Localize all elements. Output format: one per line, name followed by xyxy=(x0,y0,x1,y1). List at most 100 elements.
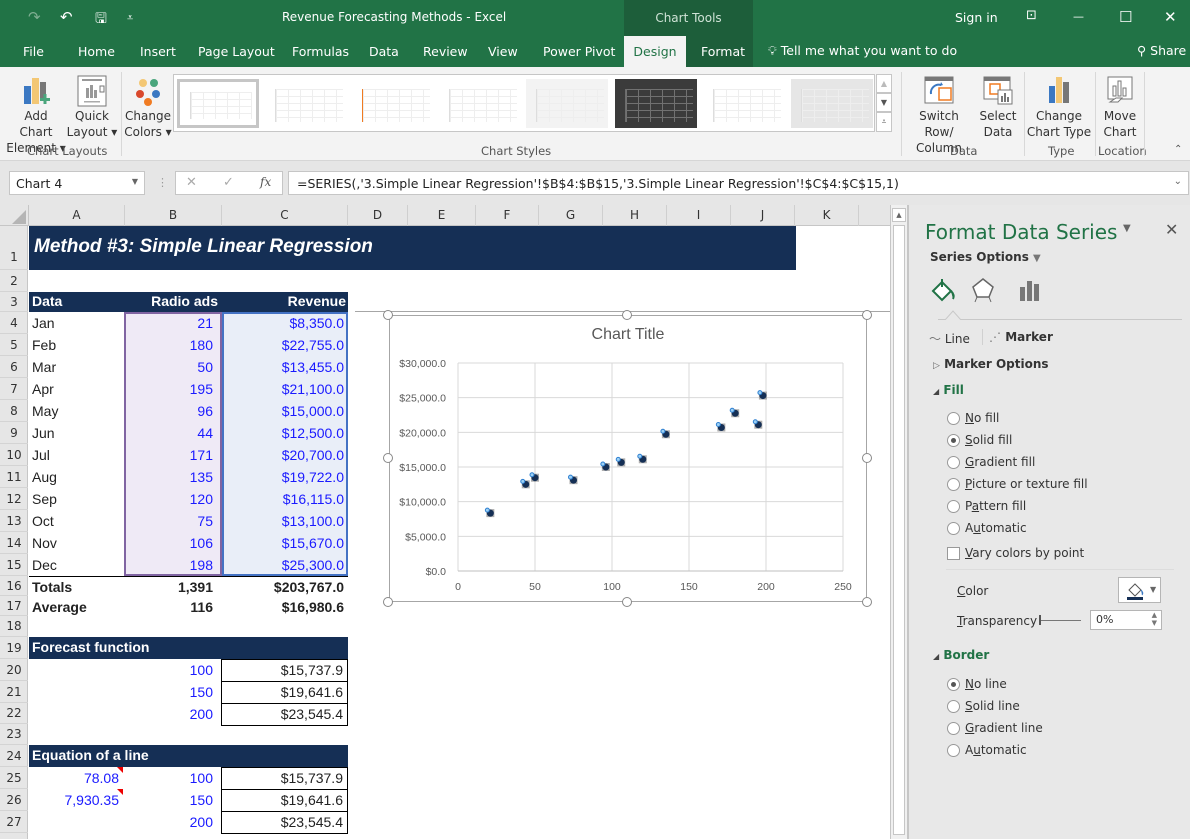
row-header[interactable]: 27 xyxy=(0,811,28,833)
resize-handle-e[interactable] xyxy=(862,453,872,463)
fill-line-icon[interactable] xyxy=(929,277,957,303)
scroll-up-arrow[interactable]: ▲ xyxy=(892,208,906,222)
revenue-cell[interactable]: $22,755.0 xyxy=(222,334,344,356)
radio-no-line[interactable] xyxy=(947,678,960,691)
chart-style-7[interactable] xyxy=(703,79,785,128)
month-cell[interactable]: Aug xyxy=(32,466,57,488)
vertical-scrollbar[interactable]: ▲ xyxy=(890,205,908,839)
row-header[interactable]: 21 xyxy=(0,681,28,703)
month-cell[interactable]: Jun xyxy=(32,422,55,444)
revenue-cell[interactable]: $15,000.0 xyxy=(222,400,344,422)
column-header-a[interactable]: A xyxy=(29,205,125,226)
switch-row-column-button[interactable]: Switch Row/ Column xyxy=(905,72,973,155)
tab-design[interactable]: Design xyxy=(624,36,686,67)
resize-handle-ne[interactable] xyxy=(862,310,872,320)
forecast-result-cell[interactable]: $23,545.4 xyxy=(221,703,348,726)
equation-x-cell[interactable]: 100 xyxy=(125,767,213,789)
comment-indicator[interactable] xyxy=(117,789,123,795)
row-header[interactable]: 24 xyxy=(0,745,28,767)
effects-pentagon-icon[interactable] xyxy=(971,277,995,303)
transparency-input[interactable]: 0% ▲ ▼ xyxy=(1090,610,1162,630)
revenue-cell[interactable]: $13,100.0 xyxy=(222,510,344,532)
equation-result-cell[interactable]: $19,641.6 xyxy=(221,789,348,812)
quick-layout-button[interactable]: Quick Layout ▾ xyxy=(66,72,118,142)
column-header-d[interactable]: D xyxy=(348,205,408,226)
chart-style-6[interactable] xyxy=(615,79,697,128)
month-cell[interactable]: Jan xyxy=(32,312,55,334)
resize-handle-nw[interactable] xyxy=(383,310,393,320)
insert-function-icon[interactable]: fx xyxy=(260,175,271,189)
ribbon-display-icon[interactable]: ⊡ xyxy=(1026,8,1037,23)
revenue-cell[interactable]: $8,350.0 xyxy=(222,312,345,334)
change-colors-button[interactable]: Change Colors ▾ xyxy=(124,72,172,142)
row-header[interactable]: 4 xyxy=(0,312,28,334)
enter-icon[interactable]: ✓ xyxy=(223,175,234,190)
row-header[interactable]: 5 xyxy=(0,334,28,356)
gallery-scroll-up[interactable]: ▲ xyxy=(876,74,892,93)
resize-handle-s[interactable] xyxy=(622,597,632,607)
row-header[interactable]: 19 xyxy=(0,637,28,659)
row-header[interactable]: 26 xyxy=(0,789,28,811)
radio-ads-cell[interactable]: 96 xyxy=(125,400,213,422)
customize-quick-access-icon[interactable]: ⩡ xyxy=(127,11,133,25)
month-cell[interactable]: Jul xyxy=(32,444,50,466)
month-cell[interactable]: Nov xyxy=(32,532,57,554)
border-section[interactable]: ◢ Border xyxy=(933,648,989,662)
month-cell[interactable]: Mar xyxy=(32,356,56,378)
radio-ads-cell[interactable]: 75 xyxy=(125,510,213,532)
row-header[interactable]: 3 xyxy=(0,292,28,312)
resize-handle-n[interactable] xyxy=(622,310,632,320)
month-cell[interactable]: Oct xyxy=(32,510,54,532)
tell-me-search[interactable]: 💡︎ Tell me what you want to do xyxy=(768,43,957,59)
select-data-button[interactable]: Select Data xyxy=(976,72,1020,142)
radio-gradient-line[interactable] xyxy=(947,722,960,735)
forecast-result-cell[interactable]: $15,737.9 xyxy=(221,659,348,682)
intercept-value[interactable]: 7,930.35 xyxy=(29,789,120,811)
radio-ads-cell[interactable]: 120 xyxy=(125,488,213,510)
column-header-i[interactable]: I xyxy=(667,205,731,226)
radio-gradient-fill[interactable] xyxy=(947,456,960,469)
collapse-ribbon-icon[interactable]: ⌃ xyxy=(1174,144,1182,155)
chart-style-4[interactable] xyxy=(439,79,521,128)
revenue-cell[interactable]: $21,100.0 xyxy=(222,378,344,400)
revenue-cell[interactable]: $16,115.0 xyxy=(222,488,344,510)
expand-formula-icon[interactable]: ⌄ xyxy=(1174,176,1182,187)
tab-format[interactable]: Format xyxy=(686,36,753,67)
drag-handle-icon[interactable]: ⋮ xyxy=(157,176,168,189)
tab-review[interactable]: Review xyxy=(423,44,468,59)
row-header[interactable]: 18 xyxy=(0,616,28,637)
close-icon[interactable]: ✕ xyxy=(1164,8,1177,26)
pane-options-chevron-icon[interactable]: ▼ xyxy=(1123,223,1131,234)
tab-file[interactable]: File xyxy=(23,44,44,59)
transparency-slider-track[interactable] xyxy=(1039,620,1081,621)
month-cell[interactable]: Apr xyxy=(32,378,54,400)
forecast-result-cell[interactable]: $19,641.6 xyxy=(221,681,348,704)
equation-x-cell[interactable]: 200 xyxy=(125,811,213,833)
chart-style-3[interactable] xyxy=(352,79,434,128)
transparency-slider-thumb[interactable] xyxy=(1039,615,1041,625)
revenue-cell[interactable]: $13,455.0 xyxy=(222,356,344,378)
comment-indicator[interactable] xyxy=(117,767,123,773)
radio-ads-cell[interactable]: 195 xyxy=(125,378,213,400)
row-header[interactable]: 15 xyxy=(0,554,28,576)
marker-tab[interactable]: ⋰ Marker xyxy=(989,330,1053,344)
forecast-x-cell[interactable]: 150 xyxy=(125,681,213,703)
row-header[interactable]: 1 xyxy=(0,226,28,270)
column-header-e[interactable]: E xyxy=(408,205,476,226)
row-header[interactable]: 9 xyxy=(0,422,28,444)
equation-result-cell[interactable]: $15,737.9 xyxy=(221,767,348,790)
vary-colors-checkbox[interactable] xyxy=(947,547,960,560)
fill-section[interactable]: ◢ Fill xyxy=(933,383,964,397)
column-header-f[interactable]: F xyxy=(476,205,539,226)
row-header[interactable]: 6 xyxy=(0,356,28,378)
month-cell[interactable]: Feb xyxy=(32,334,56,356)
name-box[interactable]: Chart 4 ▼ xyxy=(9,171,145,195)
radio-pattern-fill[interactable] xyxy=(947,500,960,513)
forecast-x-cell[interactable]: 200 xyxy=(125,703,213,725)
chart-style-5[interactable] xyxy=(526,79,608,128)
row-header[interactable]: 14 xyxy=(0,532,28,554)
radio-solid-line[interactable] xyxy=(947,700,960,713)
row-header[interactable]: 12 xyxy=(0,488,28,510)
radio-automatic[interactable] xyxy=(947,522,960,535)
row-header[interactable]: 23 xyxy=(0,724,28,745)
